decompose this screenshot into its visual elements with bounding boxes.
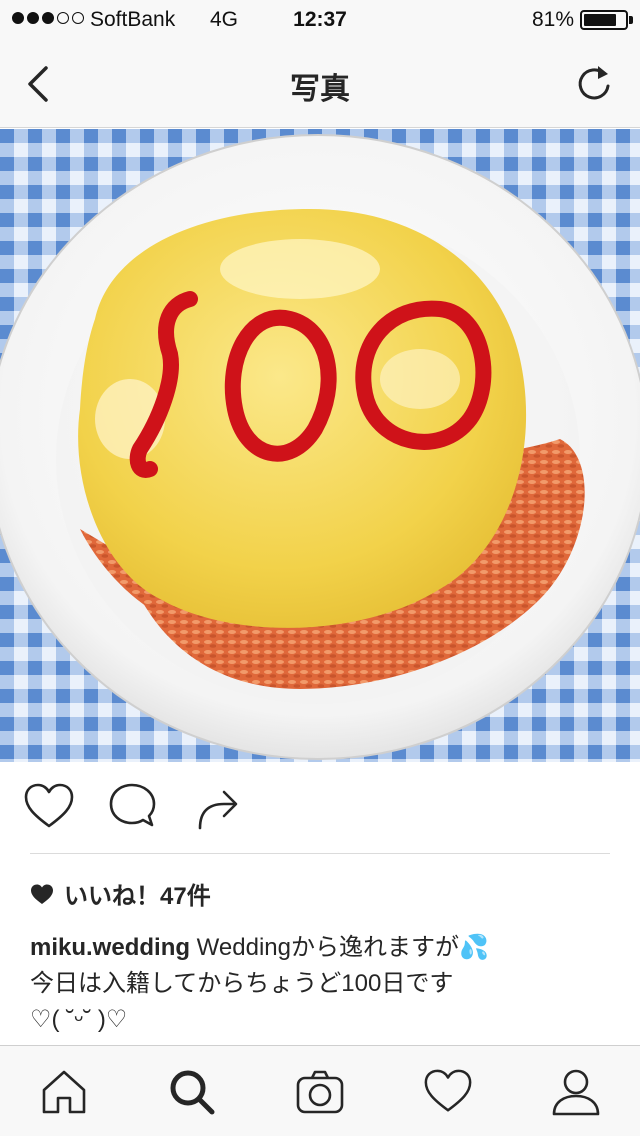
battery-tip bbox=[629, 16, 633, 24]
tab-activity[interactable] bbox=[422, 1066, 474, 1118]
tab-camera[interactable] bbox=[294, 1066, 346, 1118]
profile-icon bbox=[552, 1069, 600, 1116]
share-button[interactable] bbox=[190, 780, 244, 834]
tab-search[interactable] bbox=[166, 1066, 218, 1118]
caption-text-line3: ♡( ˘ᵕ˘ )♡ bbox=[30, 1006, 128, 1033]
comment-bubble-icon bbox=[109, 783, 156, 827]
home-icon bbox=[42, 1070, 86, 1114]
battery-percent: 81% bbox=[531, 8, 574, 31]
divider bbox=[30, 853, 610, 854]
like-count[interactable]: いいね！47件 bbox=[30, 876, 211, 911]
refresh-button[interactable] bbox=[574, 62, 614, 106]
search-icon bbox=[170, 1070, 215, 1115]
comment-button[interactable] bbox=[106, 780, 160, 834]
omurice-photo bbox=[0, 129, 640, 762]
username-link[interactable]: miku.wedding bbox=[30, 934, 190, 961]
battery-icon bbox=[580, 10, 628, 30]
tab-home[interactable] bbox=[38, 1066, 90, 1118]
caption-text-line1: Weddingから逸れますが💦 bbox=[190, 934, 489, 961]
caption: miku.wedding Weddingから逸れますが💦 今日は入籍してからちょ… bbox=[30, 930, 615, 1038]
post-actions bbox=[0, 780, 640, 840]
activity-heart-icon bbox=[424, 1069, 472, 1112]
like-button[interactable] bbox=[22, 780, 76, 834]
nav-bar: 写真 bbox=[0, 40, 640, 128]
caption-text-line2: 今日は入籍してからちょうど100日です bbox=[30, 970, 454, 997]
like-count-text: いいね！47件 bbox=[64, 883, 211, 910]
refresh-icon bbox=[578, 66, 610, 100]
heart-filled-icon bbox=[31, 884, 53, 904]
heart-outline-icon bbox=[24, 783, 74, 828]
tab-bar bbox=[0, 1045, 640, 1136]
page-title: 写真 bbox=[290, 73, 350, 106]
tab-profile[interactable] bbox=[550, 1066, 602, 1118]
share-arrow-icon bbox=[198, 790, 238, 830]
status-bar: SoftBank 4G 12:37 81% bbox=[0, 0, 640, 40]
camera-icon bbox=[296, 1070, 344, 1114]
post-photo[interactable] bbox=[0, 129, 640, 762]
